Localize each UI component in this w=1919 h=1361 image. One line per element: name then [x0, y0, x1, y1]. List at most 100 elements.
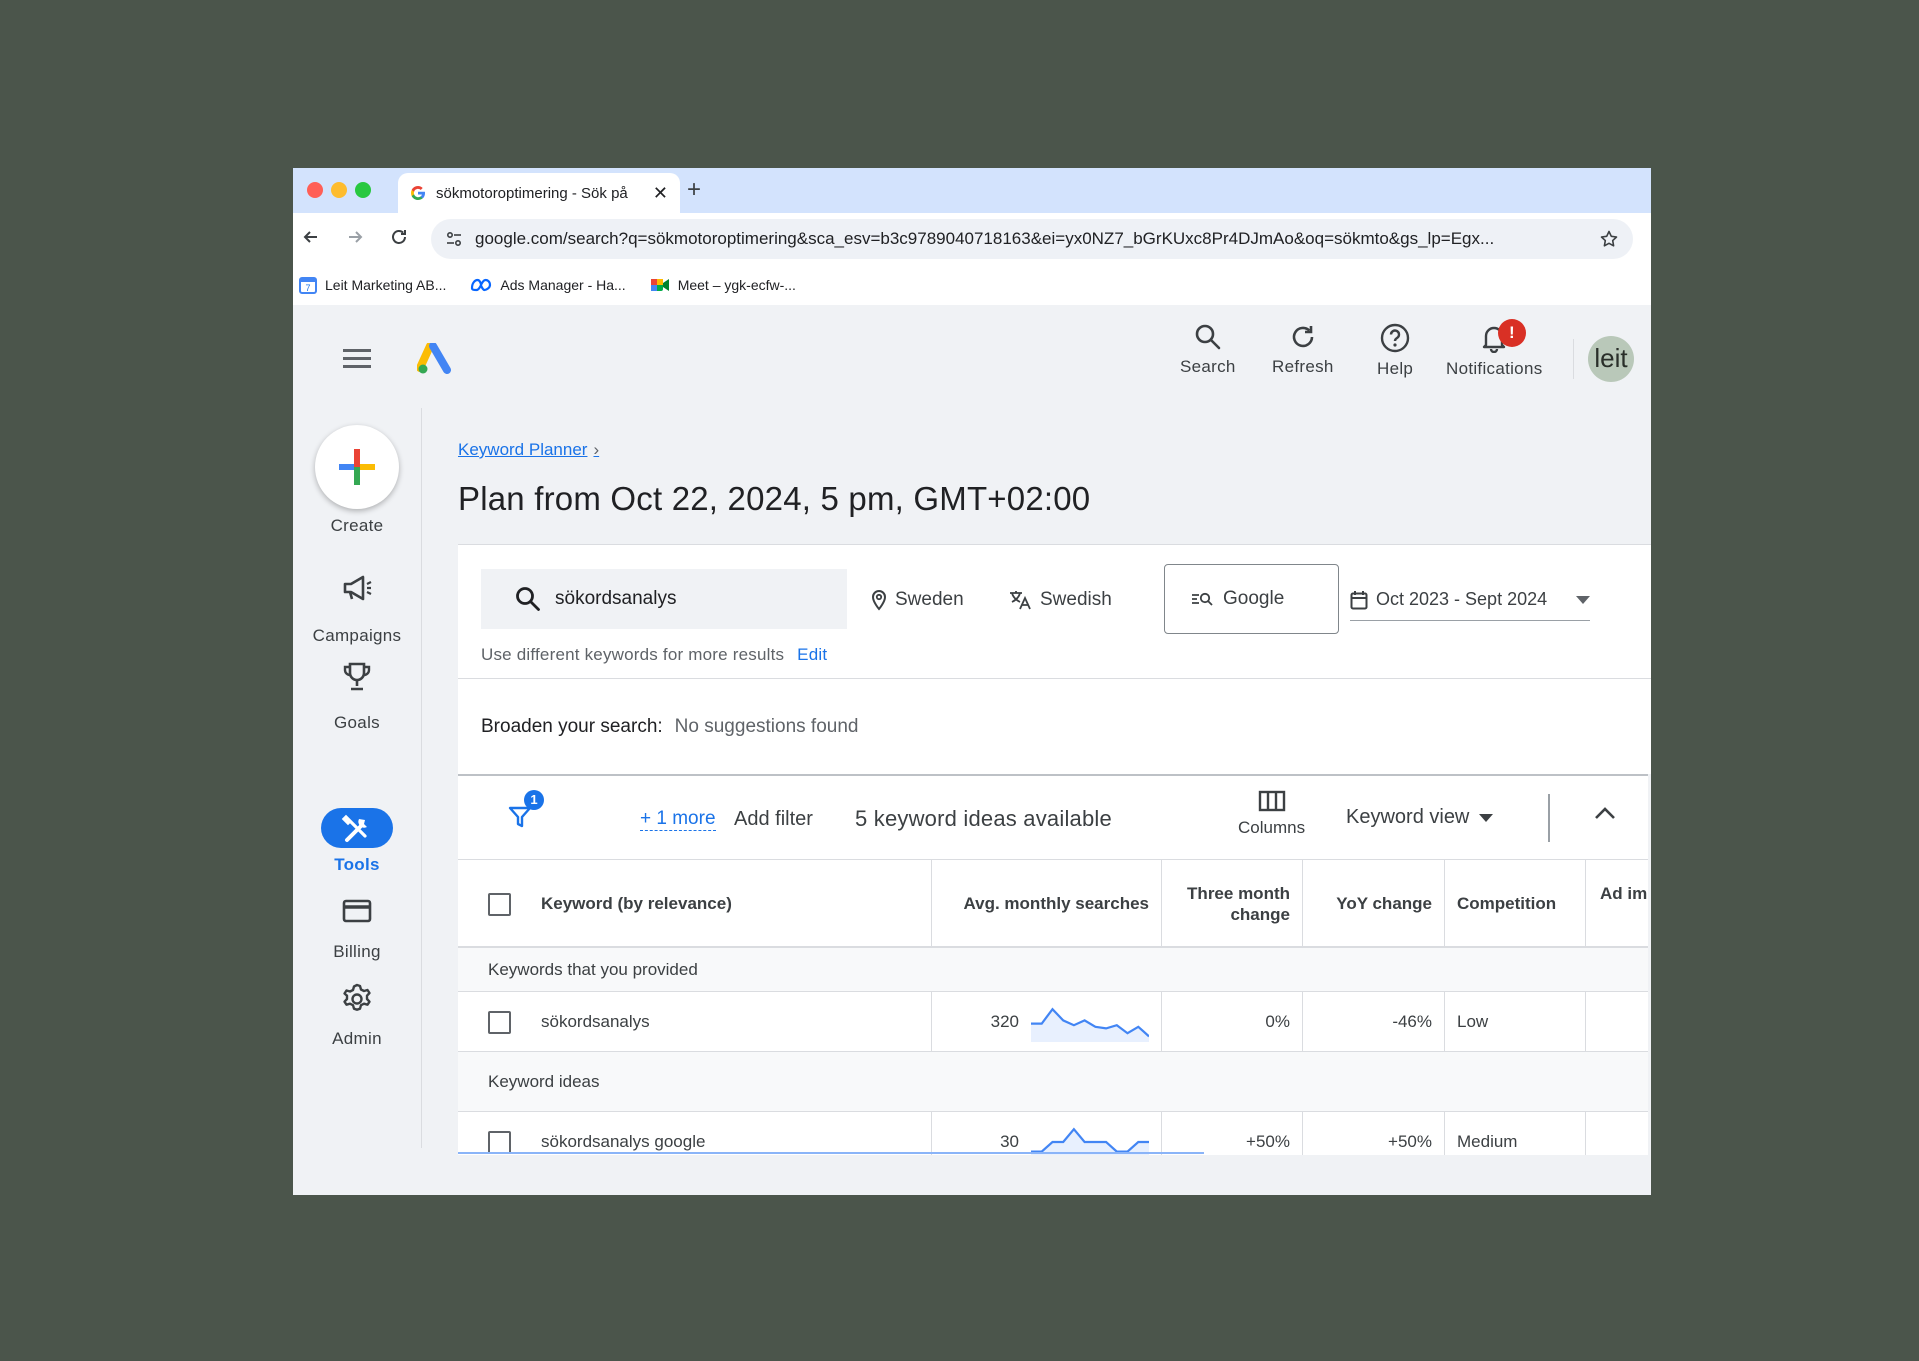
trend-sparkline [1031, 1007, 1149, 1042]
google-ads-app: Search Refresh Help ! Notifications leit… [293, 305, 1651, 1195]
table-toolbar: 1 + 1 more Add filter 5 keyword ideas av… [458, 776, 1648, 860]
header-three-month-label: Three month change [1187, 884, 1290, 924]
minimize-window-button[interactable] [331, 182, 347, 198]
back-icon[interactable] [301, 227, 321, 247]
tools-button[interactable] [321, 808, 393, 848]
header-competition[interactable]: Competition [1445, 860, 1586, 948]
header-yoy-label: YoY change [1336, 894, 1432, 913]
keyword-cell: sökordsanalys google [458, 1112, 932, 1155]
tools-label[interactable]: Tools [293, 855, 421, 875]
group-keyword-ideas: Keyword ideas [458, 1052, 1648, 1112]
menu-icon[interactable] [343, 349, 371, 369]
header-yoy-change[interactable]: YoY change [1303, 860, 1445, 948]
broaden-search-card: Broaden your search: No suggestions foun… [458, 678, 1651, 774]
gear-icon[interactable] [293, 982, 421, 1016]
refresh-label: Refresh [1272, 357, 1334, 376]
search-button[interactable]: Search [1180, 323, 1236, 377]
credit-card-icon[interactable] [293, 898, 421, 924]
bookmark-item[interactable]: Meet – ygk-ecfw-... [650, 277, 796, 293]
keyword-text: sökordsanalys [541, 1012, 650, 1031]
table-row[interactable]: sökordsanalys google 30 +50% +50% Medium [458, 1112, 1648, 1155]
trend-sparkline [1031, 1127, 1149, 1155]
search-network-icon [1191, 591, 1213, 607]
site-settings-icon[interactable] [445, 230, 463, 248]
google-ads-logo-icon[interactable] [417, 343, 453, 375]
tab-bar: sökmotoroptimering - Sök på ✕ + [293, 168, 1651, 213]
add-filter-button[interactable]: Add filter [734, 808, 813, 831]
refresh-button[interactable]: Refresh [1272, 323, 1334, 377]
toolbar-divider [1548, 794, 1550, 842]
appbar-divider [1573, 339, 1574, 379]
campaigns-label[interactable]: Campaigns [293, 626, 421, 646]
close-tab-icon[interactable]: ✕ [653, 183, 668, 204]
select-all-checkbox[interactable] [488, 892, 511, 916]
help-icon [1380, 323, 1410, 353]
notifications-button[interactable]: ! Notifications [1446, 319, 1543, 379]
maximize-window-button[interactable] [355, 182, 371, 198]
network-selector[interactable]: Google [1164, 564, 1339, 634]
columns-button[interactable]: Columns [1238, 790, 1305, 838]
admin-label[interactable]: Admin [293, 1029, 421, 1049]
broaden-value: No suggestions found [674, 715, 859, 737]
avg-searches-value: 30 [1000, 1132, 1019, 1151]
header-three-month-change[interactable]: Three month change [1162, 860, 1303, 948]
address-bar[interactable]: google.com/search?q=sökmotoroptimering&s… [431, 219, 1633, 259]
header-ad-impression-share[interactable]: Ad im [1586, 860, 1648, 948]
more-filters-link[interactable]: + 1 more [640, 808, 716, 831]
language-selector[interactable]: Swedish [1008, 589, 1112, 611]
horizontal-scroll-indicator[interactable] [458, 1152, 1204, 1154]
location-selector[interactable]: Sweden [871, 589, 964, 611]
calendar-icon [1350, 590, 1368, 610]
plus-icon [339, 449, 375, 485]
keyword-text: sökordsanalys google [541, 1132, 706, 1151]
campaigns-icon[interactable] [293, 574, 421, 602]
competition-cell: Low [1445, 992, 1586, 1052]
language-value: Swedish [1040, 589, 1112, 610]
keyword-value: sökordsanalys [555, 588, 677, 609]
trophy-icon[interactable] [293, 661, 421, 693]
bookmark-item[interactable]: 7 Leit Marketing AB... [299, 276, 446, 294]
three-month-cell: +50% [1162, 1112, 1303, 1155]
close-window-button[interactable] [307, 182, 323, 198]
header-avg-monthly-searches[interactable]: Avg. monthly searches [932, 860, 1162, 948]
keyword-search-field[interactable]: sökordsanalys [481, 569, 847, 629]
goals-label[interactable]: Goals [293, 713, 421, 733]
help-button[interactable]: Help [1377, 323, 1413, 379]
bookmark-star-icon[interactable] [1599, 229, 1619, 249]
columns-icon [1258, 790, 1286, 812]
header-avg-label: Avg. monthly searches [963, 894, 1150, 913]
create-button[interactable] [315, 425, 399, 509]
edit-link[interactable]: Edit [797, 645, 827, 664]
row-checkbox[interactable] [488, 1130, 511, 1154]
breadcrumb-keyword-planner[interactable]: Keyword Planner [458, 440, 587, 460]
main-content: Keyword Planner › Plan from Oct 22, 2024… [458, 408, 1651, 1195]
table-row[interactable]: sökordsanalys 320 0% -46% Low [458, 992, 1648, 1052]
location-value: Sweden [895, 589, 964, 610]
search-icon [515, 586, 541, 612]
avatar[interactable]: leit [1588, 336, 1634, 382]
three-month-cell: 0% [1162, 992, 1303, 1052]
browser-tab[interactable]: sökmotoroptimering - Sök på ✕ [398, 173, 680, 213]
notification-badge: ! [1498, 319, 1526, 347]
billing-label[interactable]: Billing [293, 942, 421, 962]
new-tab-icon[interactable]: + [687, 176, 701, 204]
header-keyword[interactable]: Keyword (by relevance) [458, 860, 932, 948]
page-title: Plan from Oct 22, 2024, 5 pm, GMT+02:00 [458, 480, 1091, 517]
reload-icon[interactable] [389, 227, 409, 247]
collapse-icon[interactable] [1594, 806, 1616, 820]
header-competition-label: Competition [1457, 894, 1557, 913]
browser-window: sökmotoroptimering - Sök på ✕ + google.c… [293, 168, 1651, 1195]
browser-toolbar: google.com/search?q=sökmotoroptimering&s… [293, 213, 1651, 265]
network-value: Google [1223, 588, 1285, 609]
bookmarks-bar: 7 Leit Marketing AB... Ads Manager - Ha.… [293, 265, 1651, 305]
breadcrumb[interactable]: Keyword Planner › [458, 440, 599, 460]
date-range-selector[interactable]: Oct 2023 - Sept 2024 [1350, 579, 1590, 621]
row-checkbox[interactable] [488, 1010, 511, 1034]
bookmark-item[interactable]: Ads Manager - Ha... [470, 277, 626, 293]
create-label: Create [330, 516, 384, 535]
bookmark-label: Meet – ygk-ecfw-... [677, 277, 796, 293]
notifications-label: Notifications [1446, 359, 1543, 378]
header-ad-impr-label: Ad im [1600, 884, 1648, 903]
forward-icon[interactable] [345, 227, 365, 247]
keyword-view-dropdown[interactable]: Keyword view [1346, 806, 1494, 829]
